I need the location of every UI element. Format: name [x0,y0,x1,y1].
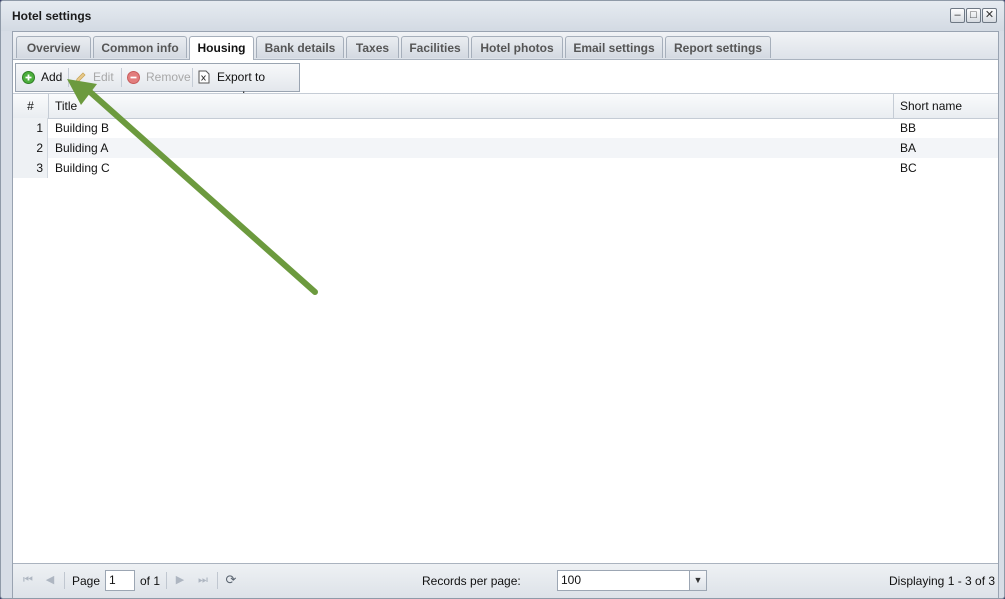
remove-button[interactable]: Remove [127,68,193,87]
add-icon [22,71,35,84]
close-icon[interactable]: ✕ [982,8,997,23]
add-button[interactable]: Add [22,68,64,87]
remove-icon [127,71,140,84]
row-title: Building C [55,161,110,175]
paging-separator [64,572,65,589]
first-page-icon[interactable]: ⏮ [22,574,34,586]
displaying-info: Displaying 1 - 3 of 3 [889,574,996,588]
row-number: 1 [13,118,48,138]
add-label: Add [41,70,63,84]
row-short-name: BB [900,121,917,135]
minimize-icon[interactable]: – [950,8,965,23]
row-number: 2 [13,138,48,158]
tab-bank-details[interactable]: Bank details [256,36,344,58]
row-title: Building B [55,121,110,135]
tab-common-info[interactable]: Common info [93,36,187,58]
remove-label: Remove [146,70,191,84]
row-short-name: BA [900,141,917,155]
grid-header: # Title Short name [13,93,998,119]
row-number: 3 [13,158,48,178]
window-title: Hotel settings [12,9,92,23]
refresh-icon[interactable]: ⟳ [225,573,237,586]
toolbar-separator [68,68,69,87]
toolbar-separator [121,68,122,87]
table-row[interactable]: 3 Building C BC [13,158,998,178]
excel-file-icon [198,70,210,84]
row-short-name: BC [900,161,917,175]
table-row[interactable]: 2 Buliding A BA [13,138,998,158]
column-header-number[interactable]: # [13,94,49,118]
column-header-short-name[interactable]: Short name [894,94,998,118]
previous-page-icon[interactable]: ◀ [44,574,56,586]
paging-separator [217,572,218,589]
chevron-down-icon[interactable]: ▼ [689,571,706,590]
records-per-page-label: Records per page: [422,574,521,588]
edit-button[interactable]: Edit [74,68,118,87]
page-count-label: of 1 [140,574,161,588]
tab-facilities[interactable]: Facilities [401,36,469,58]
tab-hotel-photos[interactable]: Hotel photos [471,36,563,58]
tab-taxes[interactable]: Taxes [346,36,399,58]
pencil-icon [75,72,86,83]
page-number-input[interactable]: 1 [105,570,135,591]
hotel-settings-window: Hotel settings – □ ✕ Overview Common inf… [0,0,1005,599]
tab-strip: Overview Common info Housing Bank detail… [13,32,998,60]
tab-report-settings[interactable]: Report settings [665,36,771,58]
title-bar: Hotel settings – □ ✕ [1,1,1004,31]
toolbar-separator [192,68,193,87]
table-row[interactable]: 1 Building B BB [13,118,998,138]
export-to-excel-button[interactable]: Export to excel [198,68,296,103]
records-per-page-value: 100 [561,573,582,587]
row-title: Buliding A [55,141,109,155]
toolbar: Add Edit Remove Export to [15,63,300,103]
tab-email-settings[interactable]: Email settings [565,36,663,58]
edit-label: Edit [93,70,114,84]
tab-overview[interactable]: Overview [16,36,91,58]
tab-housing[interactable]: Housing [189,36,254,60]
settings-panel: Overview Common info Housing Bank detail… [12,31,999,598]
records-per-page-select[interactable]: 100 ▼ [557,570,707,591]
next-page-icon[interactable]: ▶ [174,574,186,586]
last-page-icon[interactable]: ⏭ [197,574,209,586]
maximize-icon[interactable]: □ [966,8,981,23]
paging-separator [166,572,167,589]
page-label: Page [72,574,101,588]
column-header-title[interactable]: Title [49,94,894,118]
paging-toolbar: ⏮ ◀ Page 1 of 1 ▶ ⏭ ⟳ Records per page: … [13,563,998,598]
